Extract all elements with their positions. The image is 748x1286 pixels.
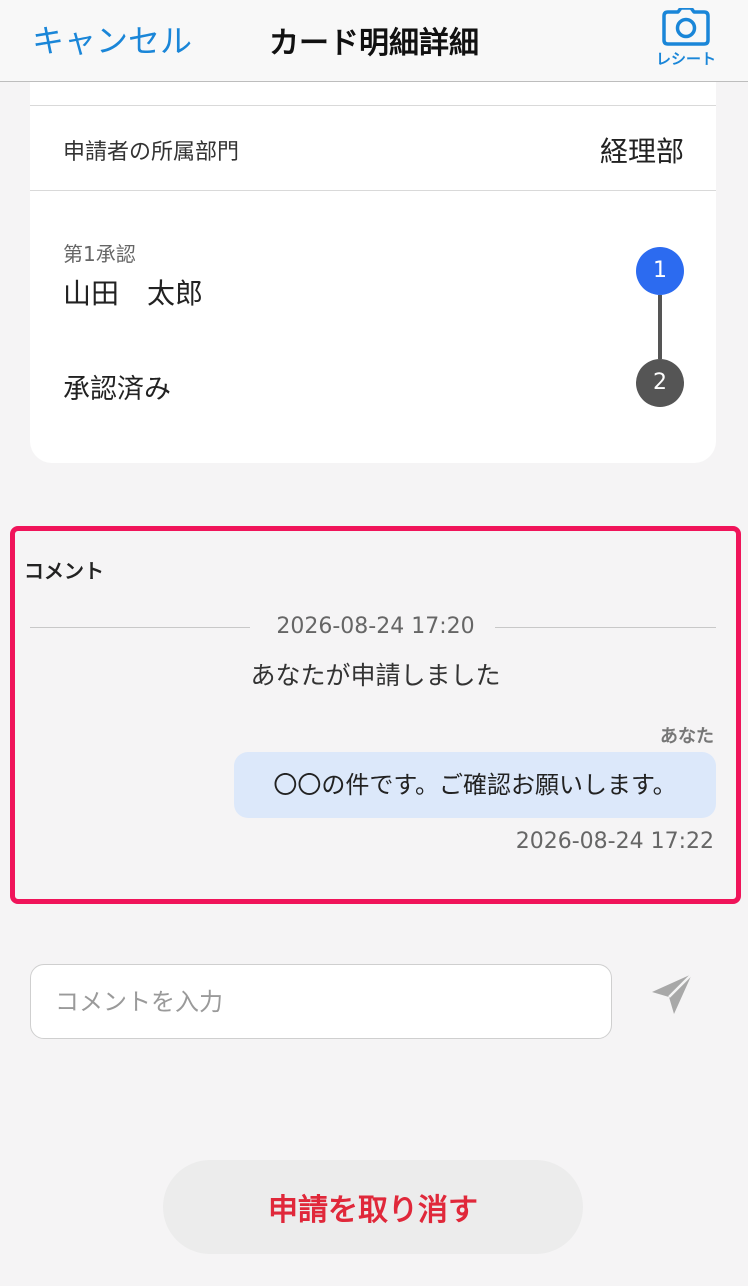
send-icon <box>652 973 693 1014</box>
page-title: カード明細詳細 <box>269 26 479 61</box>
comments-section: コメント 2026-08-24 17:20 あなたが申請しました あなた 〇〇の… <box>10 526 741 904</box>
system-timestamp: 2026-08-24 17:20 <box>276 614 475 639</box>
camera-icon <box>662 8 710 46</box>
receipt-label: レシート <box>655 50 716 68</box>
card-detail-screen: キャンセル カード明細詳細 レシート 申請者の所属部門 経理部 第1承認 山田 … <box>0 0 748 1286</box>
divider <box>30 105 716 106</box>
comment-input[interactable] <box>30 964 612 1039</box>
system-message: あなたが申請しました <box>250 661 501 690</box>
message-bubble: 〇〇の件です。ご確認お願いします。 <box>234 752 716 818</box>
approval-step-caption: 第1承認 <box>63 242 136 266</box>
approval-step-2-badge: 2 <box>636 359 684 407</box>
approver-name: 山田 太郎 <box>63 277 204 310</box>
message-sender: あなた <box>660 726 714 747</box>
divider <box>30 190 716 191</box>
cancel-request-button[interactable]: 申請を取り消す <box>163 1160 583 1254</box>
comments-title: コメント <box>24 559 104 583</box>
receipt-button[interactable]: レシート <box>654 8 718 69</box>
department-value: 経理部 <box>599 135 684 168</box>
detail-card: 申請者の所属部門 経理部 第1承認 山田 太郎 承認済み 1 2 <box>30 82 716 463</box>
approval-step-connector <box>658 295 662 359</box>
send-button[interactable] <box>648 970 696 1018</box>
approval-status: 承認済み <box>63 374 171 405</box>
approval-step-1-badge: 1 <box>636 247 684 295</box>
message-timestamp: 2026-08-24 17:22 <box>515 829 714 854</box>
department-label: 申請者の所属部門 <box>63 140 240 165</box>
navigation-bar: キャンセル カード明細詳細 レシート <box>0 0 748 82</box>
